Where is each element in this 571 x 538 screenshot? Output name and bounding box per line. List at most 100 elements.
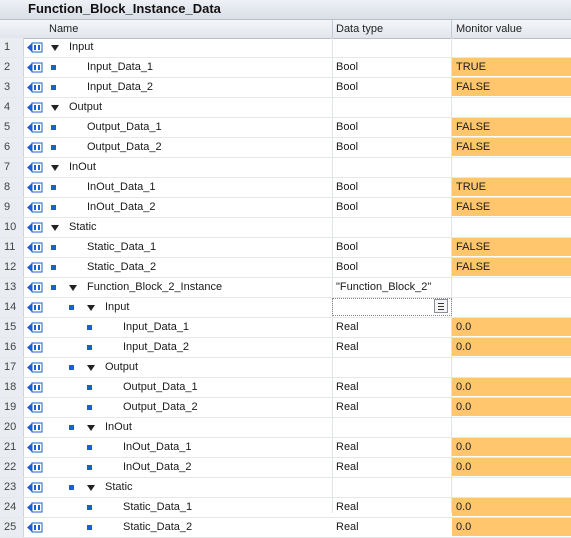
table-row[interactable]: 21 InOut_Data_1 Real 0.0 (0, 438, 571, 458)
row-number: 12 (0, 258, 24, 277)
table-row[interactable]: 22 InOut_Data_2 Real 0.0 (0, 458, 571, 478)
monitor-value-cell (452, 218, 571, 236)
variable-name[interactable]: Function_Block_2_Instance (87, 278, 222, 297)
expand-arrow-icon[interactable] (69, 285, 77, 291)
variable-name[interactable]: Static_Data_2 (123, 518, 192, 537)
table-row[interactable]: 5 Output_Data_1 Bool FALSE (0, 118, 571, 138)
data-type-cell[interactable]: Bool (336, 138, 358, 157)
variable-name[interactable]: Input_Data_1 (87, 58, 153, 77)
data-type-cell[interactable]: Bool (336, 198, 358, 217)
table-row[interactable]: 3 Input_Data_2 Bool FALSE (0, 78, 571, 98)
data-type-cell[interactable]: Real (336, 518, 359, 537)
table-row[interactable]: 25 Static_Data_2 Real 0.0 (0, 518, 571, 538)
expand-arrow-icon[interactable] (87, 485, 95, 491)
interface-variable-icon (27, 182, 43, 193)
table-row[interactable]: 24 Static_Data_1 Real 0.0 (0, 498, 571, 518)
variable-name[interactable]: Input_Data_2 (123, 338, 189, 357)
table-row[interactable]: 6 Output_Data_2 Bool FALSE (0, 138, 571, 158)
table-row[interactable]: 17 Output (0, 358, 571, 378)
row-number: 20 (0, 418, 24, 437)
table-row[interactable]: 18 Output_Data_1 Real 0.0 (0, 378, 571, 398)
expand-arrow-icon[interactable] (87, 305, 95, 311)
table-row[interactable]: 8 InOut_Data_1 Bool TRUE (0, 178, 571, 198)
data-type-cell[interactable]: Bool (336, 258, 358, 277)
variable-name[interactable]: Input (105, 298, 129, 317)
variable-table: 1 Input 2 Input_Data_1 Bool TRUE 3 Input_Data_2… (0, 38, 571, 538)
expand-arrow-icon[interactable] (87, 365, 95, 371)
monitor-value-cell (452, 478, 571, 496)
variable-name[interactable]: InOut (105, 418, 132, 437)
expand-arrow-icon[interactable] (51, 105, 59, 111)
variable-name[interactable]: Static_Data_1 (87, 238, 156, 257)
column-divider[interactable] (332, 20, 333, 38)
variable-name[interactable]: Output (69, 98, 102, 117)
row-number: 11 (0, 238, 24, 257)
column-header-data-type[interactable]: Data type (336, 20, 383, 38)
data-type-cell[interactable]: Real (336, 498, 359, 517)
variable-name[interactable]: Output_Data_1 (123, 378, 198, 397)
column-header-name[interactable]: Name (49, 20, 78, 38)
data-type-list-icon[interactable] (434, 299, 448, 313)
column-header-monitor-value[interactable]: Monitor value (456, 20, 522, 38)
table-row[interactable]: 10 Static (0, 218, 571, 238)
variable-name[interactable]: Static_Data_1 (123, 498, 192, 517)
interface-variable-icon (27, 122, 43, 133)
variable-name[interactable]: Static_Data_2 (87, 258, 156, 277)
column-divider[interactable] (451, 20, 452, 38)
bullet-icon (51, 265, 56, 270)
row-number: 10 (0, 218, 24, 237)
table-row[interactable]: 1 Input (0, 38, 571, 58)
table-row[interactable]: 16 Input_Data_2 Real 0.0 (0, 338, 571, 358)
variable-name[interactable]: Input (69, 38, 93, 57)
data-type-cell[interactable]: Real (336, 458, 359, 477)
data-type-cell[interactable]: Real (336, 318, 359, 337)
expand-arrow-icon[interactable] (51, 225, 59, 231)
interface-variable-icon (27, 262, 43, 273)
variable-name[interactable]: Input_Data_2 (87, 78, 153, 97)
variable-name[interactable]: InOut (69, 158, 96, 177)
variable-name[interactable]: InOut_Data_1 (87, 178, 156, 197)
table-row[interactable]: 13 Function_Block_2_Instance "Function_Blo… (0, 278, 571, 298)
variable-name[interactable]: InOut_Data_2 (123, 458, 192, 477)
table-row[interactable]: 19 Output_Data_2 Real 0.0 (0, 398, 571, 418)
table-row[interactable]: 15 Input_Data_1 Real 0.0 (0, 318, 571, 338)
variable-name[interactable]: Static (105, 478, 133, 497)
table-row[interactable]: 9 InOut_Data_2 Bool FALSE (0, 198, 571, 218)
variable-name[interactable]: InOut_Data_1 (123, 438, 192, 457)
variable-name[interactable]: Output_Data_2 (123, 398, 198, 417)
table-row[interactable]: 7 InOut (0, 158, 571, 178)
data-type-cell[interactable]: Bool (336, 58, 358, 77)
table-row[interactable]: 23 Static (0, 478, 571, 498)
variable-name[interactable]: Output_Data_2 (87, 138, 162, 157)
data-type-cell[interactable]: Real (336, 378, 359, 397)
data-type-cell[interactable]: Bool (336, 78, 358, 97)
table-row[interactable]: 4 Output (0, 98, 571, 118)
variable-name[interactable]: Output (105, 358, 138, 377)
table-row[interactable]: 11 Static_Data_1 Bool FALSE (0, 238, 571, 258)
bullet-icon (69, 425, 74, 430)
variable-name[interactable]: Input_Data_1 (123, 318, 189, 337)
data-type-cell[interactable]: "Function_Block_2" (336, 278, 431, 297)
table-row[interactable]: 12 Static_Data_2 Bool FALSE (0, 258, 571, 278)
expand-arrow-icon[interactable] (87, 425, 95, 431)
variable-name[interactable]: Static (69, 218, 97, 237)
data-type-cell[interactable]: Bool (336, 238, 358, 257)
monitor-value-cell (452, 418, 571, 436)
table-row[interactable]: 2 Input_Data_1 Bool TRUE (0, 58, 571, 78)
data-type-cell[interactable]: Bool (336, 178, 358, 197)
variable-name[interactable]: InOut_Data_2 (87, 198, 156, 217)
monitor-value-cell: 0.0 (452, 438, 571, 456)
expand-arrow-icon[interactable] (51, 165, 59, 171)
monitor-value-cell: 0.0 (452, 518, 571, 536)
table-row[interactable]: 14 Input (0, 298, 571, 318)
row-number: 7 (0, 158, 24, 177)
table-row[interactable]: 20 InOut (0, 418, 571, 438)
row-number: 21 (0, 438, 24, 457)
editor-title-bar: Function_Block_Instance_Data (0, 0, 571, 20)
variable-name[interactable]: Output_Data_1 (87, 118, 162, 137)
data-type-cell[interactable]: Real (336, 398, 359, 417)
data-type-cell[interactable]: Real (336, 338, 359, 357)
data-type-cell[interactable]: Real (336, 438, 359, 457)
expand-arrow-icon[interactable] (51, 45, 59, 51)
data-type-cell[interactable]: Bool (336, 118, 358, 137)
